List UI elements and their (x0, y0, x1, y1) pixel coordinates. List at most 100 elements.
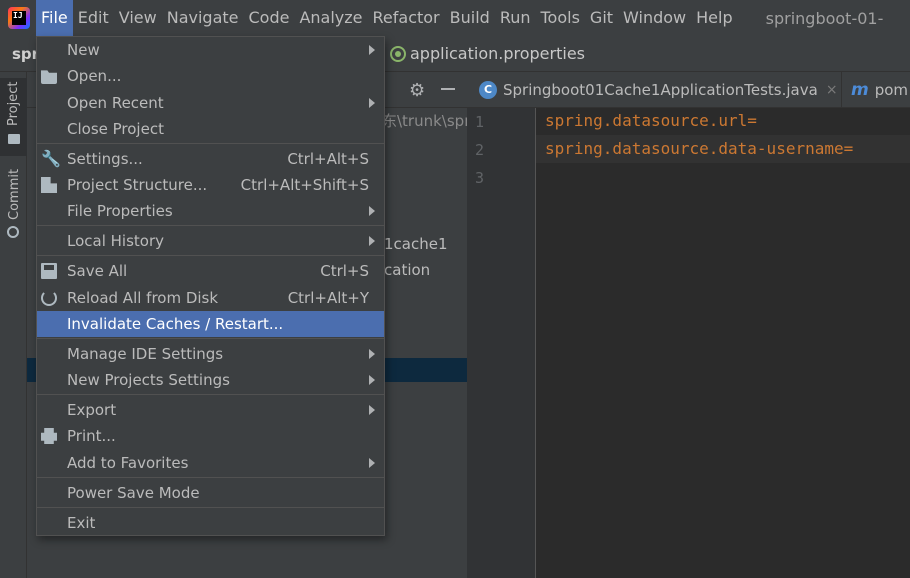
tree-item[interactable]: 1cache1 (384, 235, 448, 253)
menu-item-shortcut: Ctrl+Alt+Y (287, 289, 369, 307)
tree-item[interactable]: cation (384, 261, 430, 279)
menu-item-close-project[interactable]: Close Project (37, 116, 384, 142)
menu-item-label: Power Save Mode (67, 484, 200, 502)
submenu-arrow-icon (369, 45, 375, 55)
java-class-icon: C (479, 81, 497, 99)
menu-item-label: Invalidate Caches / Restart... (67, 315, 284, 333)
tab-pom[interactable]: m pom (851, 72, 908, 108)
menu-item-label: Local History (67, 232, 165, 250)
menu-item-add-to-favorites[interactable]: Add to Favorites (37, 450, 384, 476)
commit-icon (7, 226, 19, 238)
menu-separator (37, 225, 384, 226)
menu-item-shortcut: Ctrl+S (320, 262, 369, 280)
menu-item-shortcut: Ctrl+Alt+Shift+S (240, 176, 369, 194)
menu-code[interactable]: Code (244, 0, 295, 36)
gear-icon[interactable]: ⚙ (409, 80, 425, 101)
submenu-arrow-icon (369, 458, 375, 468)
menu-item-print[interactable]: Print... (37, 423, 384, 449)
menu-item-shortcut: Ctrl+Alt+S (287, 150, 369, 168)
menu-item-file-properties[interactable]: File Properties (37, 198, 384, 224)
code-line[interactable]: spring.datasource.url= (545, 111, 757, 130)
menu-item-label: Add to Favorites (67, 454, 189, 472)
project-path: 东\trunk\spri (382, 112, 475, 130)
menu-edit[interactable]: Edit (73, 0, 114, 36)
menu-item-label: Open... (67, 67, 122, 85)
menu-item-label: File Properties (67, 202, 173, 220)
commit-tool-label: Commit (7, 168, 22, 220)
project-structure-icon (41, 177, 57, 193)
wrench-icon: 🔧 (41, 149, 61, 168)
menu-item-label: Open Recent (67, 94, 164, 112)
submenu-arrow-icon (369, 206, 375, 216)
minimize-icon[interactable] (441, 88, 455, 90)
menu-item-label: New (67, 41, 100, 59)
menu-item-label: Reload All from Disk (67, 289, 219, 307)
menu-item-new-projects-settings[interactable]: New Projects Settings (37, 367, 384, 393)
menu-item-exit[interactable]: Exit (37, 510, 384, 536)
submenu-arrow-icon (369, 349, 375, 359)
menu-separator (37, 143, 384, 144)
menu-item-reload[interactable]: Reload All from Disk Ctrl+Alt+Y (37, 285, 384, 311)
submenu-arrow-icon (369, 98, 375, 108)
menu-separator (37, 394, 384, 395)
menu-window[interactable]: Window (618, 0, 691, 36)
nav-file-crumb[interactable]: application.properties (390, 44, 585, 63)
maven-icon: m (851, 80, 869, 100)
submenu-arrow-icon (369, 405, 375, 415)
tab-label: pom (874, 81, 909, 99)
menu-git[interactable]: Git (585, 0, 618, 36)
menu-separator (37, 477, 384, 478)
menu-item-manage-ide-settings[interactable]: Manage IDE Settings (37, 341, 384, 367)
menu-item-label: Export (67, 401, 117, 419)
close-icon[interactable]: × (826, 73, 838, 107)
menu-item-invalidate-caches[interactable]: Invalidate Caches / Restart... (37, 311, 384, 337)
menu-item-label: Project Structure... (67, 176, 208, 194)
reload-icon (41, 290, 57, 306)
menu-item-open-recent[interactable]: Open Recent (37, 90, 384, 116)
editor-tab-bar: C Springboot01Cache1ApplicationTests.jav… (467, 72, 910, 108)
project-tool-tab[interactable]: Project (0, 78, 27, 156)
menu-item-label: Settings... (67, 150, 143, 168)
menu-item-label: New Projects Settings (67, 371, 230, 389)
commit-tool-tab[interactable]: Commit (0, 168, 27, 248)
file-menu-dropdown: New Open... Open Recent Close Project 🔧 … (36, 36, 385, 536)
menu-item-export[interactable]: Export (37, 397, 384, 423)
menu-item-new[interactable]: New (37, 37, 384, 63)
folder-icon (8, 134, 20, 144)
line-number: 1 (475, 113, 485, 131)
menu-item-open[interactable]: Open... (37, 63, 384, 89)
menu-item-settings[interactable]: 🔧 Settings... Ctrl+Alt+S (37, 146, 384, 172)
menu-item-power-save-mode[interactable]: Power Save Mode (37, 480, 384, 506)
tab-label: Springboot01Cache1ApplicationTests.java (503, 81, 818, 99)
code-editor[interactable]: spring.datasource.url= spring.datasource… (536, 108, 910, 578)
submenu-arrow-icon (369, 375, 375, 385)
menu-build[interactable]: Build (445, 0, 495, 36)
menu-refactor[interactable]: Refactor (368, 0, 445, 36)
menu-item-project-structure[interactable]: Project Structure... Ctrl+Alt+Shift+S (37, 172, 384, 198)
submenu-arrow-icon (369, 236, 375, 246)
project-tool-label: Project (6, 81, 21, 126)
tab-tests-java[interactable]: C Springboot01Cache1ApplicationTests.jav… (467, 72, 842, 108)
intellij-logo-icon: IJ (8, 7, 30, 29)
line-number: 3 (475, 169, 485, 187)
menu-tools[interactable]: Tools (536, 0, 585, 36)
line-number-gutter: 1 2 3 (467, 108, 536, 578)
line-number: 2 (475, 141, 485, 159)
open-folder-icon (41, 70, 57, 84)
menu-run[interactable]: Run (495, 0, 536, 36)
menu-separator (37, 507, 384, 508)
window-title: springboot-01- (765, 8, 884, 28)
menu-item-local-history[interactable]: Local History (37, 228, 384, 254)
menu-navigate[interactable]: Navigate (162, 0, 244, 36)
menu-help[interactable]: Help (691, 0, 737, 36)
menu-analyze[interactable]: Analyze (294, 0, 367, 36)
left-tool-strip: Project Commit (0, 72, 27, 578)
menu-item-label: Print... (67, 427, 116, 445)
save-icon (41, 263, 57, 279)
menu-item-label: Save All (67, 262, 128, 280)
menu-file[interactable]: File (36, 0, 73, 36)
menu-view[interactable]: View (114, 0, 162, 36)
menu-bar: IJ File Edit View Navigate Code Analyze … (0, 0, 910, 36)
menu-item-save-all[interactable]: Save All Ctrl+S (37, 258, 384, 284)
code-line[interactable]: spring.datasource.data-username= (545, 139, 853, 158)
